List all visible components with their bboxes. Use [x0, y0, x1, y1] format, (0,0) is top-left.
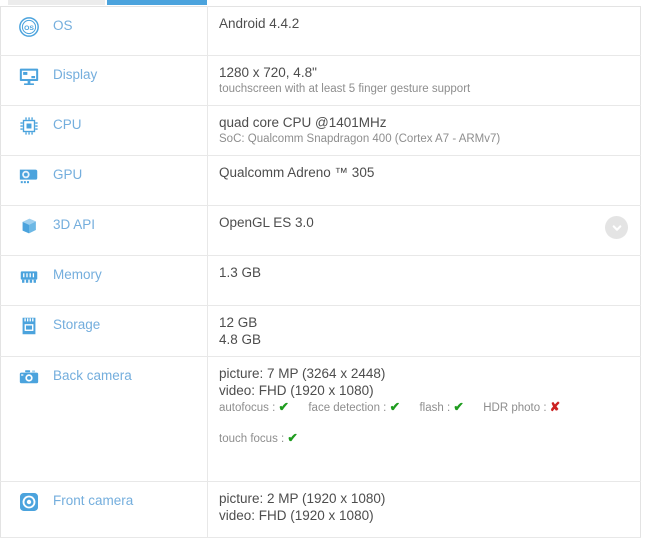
spec-label-storage: Storage	[53, 317, 101, 332]
spec-value-storage-total: 12 GB	[219, 315, 258, 330]
spec-label-cpu: CPU	[53, 117, 82, 132]
spec-label-cell-3dapi: 3D API	[0, 205, 208, 256]
os-icon: OS	[19, 17, 39, 37]
back-camera-feature-list: autofocus : ✔ face detection : ✔ flash :…	[219, 399, 640, 416]
spec-label-cell-display: Display	[0, 55, 208, 106]
table-row: CPU quad core CPU @1401MHz SoC: Qualcomm…	[0, 105, 641, 156]
table-row: Back camera picture: 7 MP (3264 x 2448) …	[0, 356, 641, 482]
feature-flash-label: flash :	[419, 402, 451, 414]
svg-text:OS: OS	[24, 25, 34, 32]
spec-value-cell-gpu: Qualcomm Adreno ™ 305	[208, 156, 641, 206]
spec-value-display-touch: touchscreen with at least 5 finger gestu…	[219, 83, 471, 95]
spec-value-memory: 1.3 GB	[219, 265, 262, 280]
table-row: Storage 12 GB 4.8 GB	[0, 305, 641, 357]
spec-value-back-picture: picture: 7 MP (3264 x 2448)	[219, 366, 386, 381]
tab-strip	[0, 0, 650, 6]
table-row: GPU Qualcomm Adreno ™ 305	[0, 155, 641, 206]
spec-label-cell-front-camera: Front camera	[0, 481, 208, 538]
table-row: Memory 1.3 GB	[0, 255, 641, 306]
back-camera-extra-feature-list: touch focus : ✔	[219, 430, 640, 447]
spec-value-cell-storage: 12 GB 4.8 GB	[208, 306, 641, 357]
spec-label-os: OS	[53, 18, 73, 33]
expand-3dapi-button[interactable]	[605, 216, 628, 239]
spec-value-cell-display: 1280 x 720, 4.8" touchscreen with at lea…	[208, 56, 641, 106]
device-specs-table: OS OS Android 4.4.2 Display 1280 x 720, …	[0, 6, 641, 538]
feature-hdr-photo-label: HDR photo :	[483, 402, 547, 414]
cpu-chip-icon	[20, 117, 38, 135]
spec-value-gpu: Qualcomm Adreno ™ 305	[219, 165, 375, 180]
table-row: OS OS Android 4.4.2	[0, 6, 641, 56]
spec-label-cell-cpu: CPU	[0, 105, 208, 156]
table-row: Display 1280 x 720, 4.8" touchscreen wit…	[0, 55, 641, 106]
spec-label-front-camera: Front camera	[53, 493, 134, 508]
spec-value-cpu-cores: quad core CPU @1401MHz	[219, 115, 387, 130]
spec-label-3dapi: 3D API	[53, 217, 96, 232]
feature-autofocus-mark: ✔	[278, 400, 289, 414]
spec-value-cpu-soc: SoC: Qualcomm Snapdragon 400 (Cortex A7 …	[219, 133, 501, 145]
feature-flash-mark: ✔	[453, 400, 464, 414]
memory-ram-icon	[20, 271, 38, 283]
table-row: 3D API OpenGL ES 3.0	[0, 205, 641, 256]
tab-active-specs[interactable]	[107, 0, 207, 5]
display-monitor-icon	[19, 68, 39, 85]
feature-hdr-photo-mark: ✘	[549, 400, 561, 414]
feature-face-detection-mark: ✔	[389, 400, 401, 414]
gpu-card-icon	[19, 169, 38, 184]
feature-face-detection-label: face detection :	[308, 402, 387, 414]
spec-value-cell-3dapi: OpenGL ES 3.0	[208, 206, 641, 256]
spec-value-cell-os: Android 4.4.2	[208, 7, 641, 56]
spec-value-cell-cpu: quad core CPU @1401MHz SoC: Qualcomm Sna…	[208, 106, 641, 156]
spec-value-cell-back-camera: picture: 7 MP (3264 x 2448) video: FHD (…	[208, 357, 641, 482]
spec-label-cell-storage: Storage	[0, 305, 208, 357]
spec-value-cell-front-camera: picture: 2 MP (1920 x 1080) video: FHD (…	[208, 482, 641, 538]
feature-autofocus-label: autofocus :	[219, 402, 276, 414]
spec-label-memory: Memory	[53, 267, 102, 282]
spec-value-front-picture: picture: 2 MP (1920 x 1080)	[219, 491, 386, 506]
spec-label-cell-gpu: GPU	[0, 155, 208, 206]
spec-value-3dapi: OpenGL ES 3.0	[219, 215, 314, 230]
storage-card-icon	[22, 317, 36, 335]
spec-value-storage-free: 4.8 GB	[219, 332, 262, 347]
spec-value-back-video: video: FHD (1920 x 1080)	[219, 383, 374, 398]
table-row: Front camera picture: 2 MP (1920 x 1080)…	[0, 481, 641, 538]
feature-touch-focus-label: touch focus :	[219, 433, 285, 445]
spec-value-display-resolution: 1280 x 720, 4.8"	[219, 65, 317, 80]
feature-touch-focus-mark: ✔	[287, 431, 298, 445]
spec-value-os: Android 4.4.2	[219, 16, 300, 31]
spec-label-back-camera: Back camera	[53, 368, 132, 383]
spec-value-front-video: video: FHD (1920 x 1080)	[219, 508, 374, 523]
front-camera-icon	[20, 493, 38, 511]
spec-label-cell-memory: Memory	[0, 255, 208, 306]
cube-3d-icon	[22, 218, 36, 234]
spec-label-cell-os: OS OS	[0, 6, 208, 56]
tab-inactive[interactable]	[8, 0, 105, 5]
spec-label-gpu: GPU	[53, 167, 83, 182]
back-camera-icon	[19, 370, 39, 384]
spec-label-display: Display	[53, 67, 98, 82]
spec-label-cell-back-camera: Back camera	[0, 356, 208, 482]
spec-value-cell-memory: 1.3 GB	[208, 256, 641, 306]
chevron-down-icon	[612, 224, 621, 231]
feature-spacer	[219, 416, 640, 430]
